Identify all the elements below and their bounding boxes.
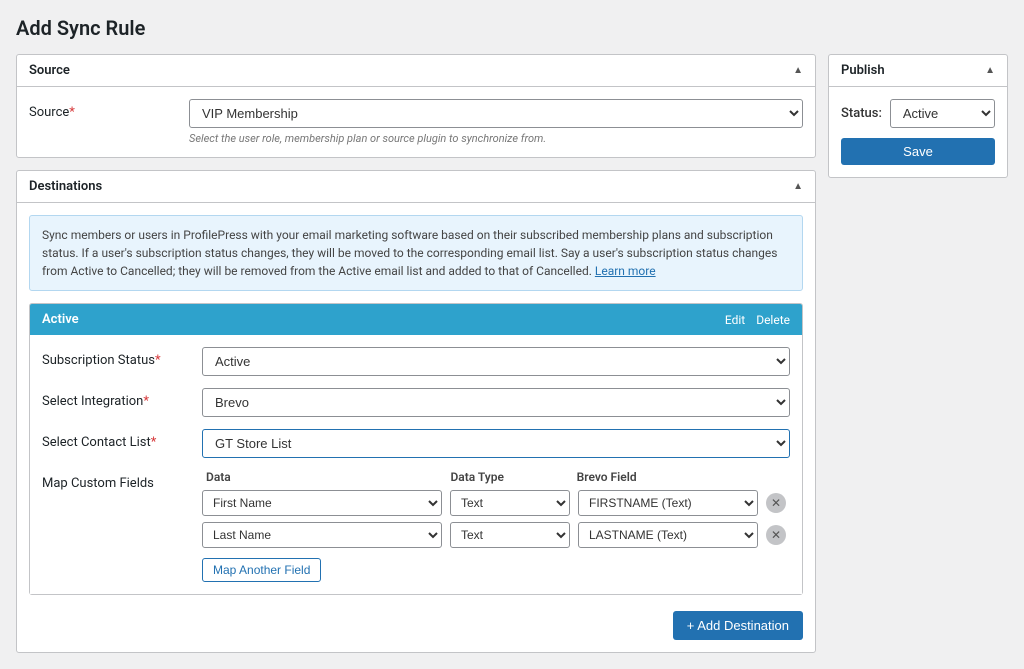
publish-sidebar: Publish ▲ Status: Active Draft Save	[828, 54, 1008, 178]
source-card: Source ▲ Source* VIP Membership Standard…	[16, 54, 816, 158]
subscription-status-row: Subscription Status* Active Cancelled Ex…	[42, 347, 790, 376]
select-contact-list-control: GT Store List Newsletter List Promo List	[202, 429, 790, 458]
destinations-chevron-icon[interactable]: ▲	[793, 181, 803, 192]
map-custom-fields-row: Map Custom Fields Data Data Type Brevo F…	[42, 470, 790, 582]
destination-body: Subscription Status* Active Cancelled Ex…	[30, 335, 802, 594]
map-fields-table: Data Data Type Brevo Field	[202, 470, 790, 582]
source-hint: Select the user role, membership plan or…	[189, 132, 803, 145]
publish-status-label: Status:	[841, 106, 882, 121]
field-brevo-select-1[interactable]: FIRSTNAME (Text) LASTNAME (Text) EMAIL (…	[578, 490, 758, 516]
destinations-card-body: Sync members or users in ProfilePress wi…	[17, 203, 815, 652]
add-destination-row: + Add Destination	[29, 603, 803, 640]
select-integration-label: Select Integration*	[42, 388, 202, 409]
field-type-select-2[interactable]: Text Number Date	[450, 522, 570, 548]
col-data-header: Data	[206, 470, 442, 484]
select-integration-row: Select Integration* Brevo Mailchimp Conv…	[42, 388, 790, 417]
destination-title: Active	[42, 312, 79, 327]
publish-status-row: Status: Active Draft	[841, 99, 995, 128]
source-form-row: Source* VIP Membership Standard Membersh…	[29, 99, 803, 145]
delete-destination-button[interactable]: Delete	[756, 313, 790, 327]
publish-card: Publish ▲ Status: Active Draft Save	[828, 54, 1008, 178]
col-type-header: Data Type	[450, 470, 568, 484]
publish-status-select[interactable]: Active Draft	[890, 99, 995, 128]
source-control-wrap: VIP Membership Standard Membership Free …	[189, 99, 803, 145]
add-destination-button[interactable]: + Add Destination	[673, 611, 803, 640]
source-chevron-icon[interactable]: ▲	[793, 65, 803, 76]
map-field-row: First Name Last Name Email Phone	[202, 522, 790, 548]
field-data-select-2[interactable]: First Name Last Name Email Phone	[202, 522, 442, 548]
learn-more-link[interactable]: Learn more	[595, 264, 656, 278]
map-another-field-button[interactable]: Map Another Field	[202, 558, 321, 582]
col-brevo-header: Brevo Field	[577, 470, 754, 484]
publish-card-title: Publish	[841, 63, 885, 78]
source-card-title: Source	[29, 63, 70, 78]
destinations-card-title: Destinations	[29, 179, 102, 194]
source-field-label: Source*	[29, 99, 189, 120]
field-type-select-1[interactable]: Text Number Date	[450, 490, 570, 516]
field-brevo-select-2[interactable]: FIRSTNAME (Text) LASTNAME (Text) EMAIL (…	[578, 522, 758, 548]
info-box-text: Sync members or users in ProfilePress wi…	[42, 228, 777, 278]
select-contact-list-select[interactable]: GT Store List Newsletter List Promo List	[202, 429, 790, 458]
destinations-card-header: Destinations ▲	[17, 171, 815, 203]
map-fields-header: Data Data Type Brevo Field	[202, 470, 790, 484]
subscription-status-label: Subscription Status*	[42, 347, 202, 368]
destination-block: Active Edit Delete Subscription Status*	[29, 303, 803, 595]
subscription-status-select[interactable]: Active Cancelled Expired Pending	[202, 347, 790, 376]
source-card-body: Source* VIP Membership Standard Membersh…	[17, 87, 815, 157]
save-button[interactable]: Save	[841, 138, 995, 165]
source-card-header: Source ▲	[17, 55, 815, 87]
destination-header: Active Edit Delete	[30, 304, 802, 335]
delete-field-row-2-button[interactable]: ✕	[766, 525, 786, 545]
publish-card-body: Status: Active Draft Save	[829, 87, 1007, 177]
map-field-row: First Name Last Name Email Phone	[202, 490, 790, 516]
edit-destination-button[interactable]: Edit	[725, 313, 745, 327]
subscription-status-control: Active Cancelled Expired Pending	[202, 347, 790, 376]
publish-card-header: Publish ▲	[829, 55, 1007, 87]
field-data-select-1[interactable]: First Name Last Name Email Phone	[202, 490, 442, 516]
publish-chevron-icon[interactable]: ▲	[985, 65, 995, 76]
source-select[interactable]: VIP Membership Standard Membership Free …	[189, 99, 803, 128]
map-custom-fields-label: Map Custom Fields	[42, 470, 202, 491]
select-contact-list-label: Select Contact List*	[42, 429, 202, 450]
destinations-card: Destinations ▲ Sync members or users in …	[16, 170, 816, 653]
info-box: Sync members or users in ProfilePress wi…	[29, 215, 803, 291]
page-title: Add Sync Rule	[16, 16, 1008, 40]
select-contact-list-row: Select Contact List* GT Store List Newsl…	[42, 429, 790, 458]
delete-field-row-1-button[interactable]: ✕	[766, 493, 786, 513]
select-integration-select[interactable]: Brevo Mailchimp ConvertKit	[202, 388, 790, 417]
map-custom-fields-control: Data Data Type Brevo Field	[202, 470, 790, 582]
select-integration-control: Brevo Mailchimp ConvertKit	[202, 388, 790, 417]
destination-actions: Edit Delete	[717, 313, 790, 327]
